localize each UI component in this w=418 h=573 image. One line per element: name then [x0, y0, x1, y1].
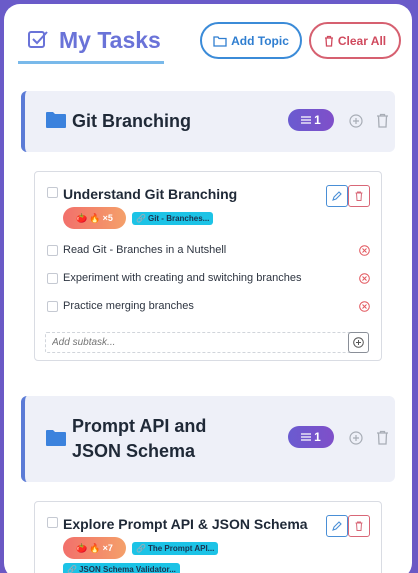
remove-subtask-icon[interactable] — [359, 245, 370, 256]
tomato-icon: 🍅 — [76, 212, 88, 223]
subtask-label: Experiment with creating and switching b… — [63, 272, 302, 284]
page-title-area: My Tasks — [18, 22, 164, 64]
delete-task-button[interactable] — [348, 185, 370, 207]
task-title: Understand Git Branching — [63, 186, 238, 202]
link-icon: 🔗 — [136, 544, 146, 553]
topic-title-line2: JSON Schema — [72, 441, 196, 461]
fire-icon: 🔥 — [89, 542, 101, 553]
pencil-icon — [332, 521, 342, 531]
trash-icon — [355, 521, 363, 531]
link-icon: 🔗 — [67, 565, 77, 573]
task-panel: My Tasks Add Topic Clear All Git Branchi… — [4, 4, 412, 573]
subtask-label: Practice merging branches — [63, 300, 194, 312]
link-icon: 🔗 — [136, 214, 146, 223]
list-icon — [301, 433, 312, 441]
subtask-checkbox[interactable] — [47, 245, 58, 256]
add-subtask-button[interactable] — [348, 332, 369, 353]
clear-all-label: Clear All — [337, 33, 387, 48]
edit-task-button[interactable] — [326, 185, 348, 207]
task-checkbox[interactable] — [47, 187, 58, 198]
fire-icon: 🔥 — [89, 212, 101, 223]
header: My Tasks Add Topic Clear All — [4, 4, 412, 74]
task-count: 1 — [314, 113, 321, 127]
task-title: Explore Prompt API & JSON Schema — [63, 516, 308, 532]
checkbox-icon — [28, 31, 48, 48]
delete-topic-icon[interactable] — [376, 430, 389, 445]
tomato-icon: 🍅 — [76, 542, 88, 553]
streak-count: ×5 — [102, 213, 113, 223]
resource-tag-label: Git - Branches... — [147, 214, 210, 223]
delete-task-button[interactable] — [348, 515, 370, 537]
resource-tag[interactable]: 🔗 Git - Branches... — [132, 212, 214, 225]
topic-title-line1: Prompt API and — [72, 416, 207, 436]
delete-topic-icon[interactable] — [376, 113, 389, 128]
pencil-icon — [332, 191, 342, 201]
topic-header-git-branching: Git Branching 1 — [21, 91, 395, 152]
list-icon — [301, 116, 312, 124]
folder-icon — [46, 112, 66, 128]
trash-icon — [324, 35, 333, 47]
remove-subtask-icon[interactable] — [359, 301, 370, 312]
subtask-checkbox[interactable] — [47, 301, 58, 312]
add-topic-label: Add Topic — [231, 33, 289, 48]
resource-tag-label: The Prompt API... — [147, 544, 215, 553]
add-task-icon[interactable] — [349, 114, 363, 128]
streak-badge: 🍅 🔥 ×7 — [63, 537, 126, 559]
add-topic-button[interactable]: Add Topic — [200, 22, 302, 59]
task-card: Explore Prompt API & JSON Schema 🍅 🔥 ×7 … — [34, 501, 382, 573]
page-title: My Tasks — [59, 27, 161, 53]
task-count-badge: 1 — [288, 109, 334, 131]
task-count: 1 — [314, 430, 321, 444]
folder-icon — [46, 430, 66, 446]
streak-count: ×7 — [102, 543, 113, 553]
remove-subtask-icon[interactable] — [359, 273, 370, 284]
plus-circle-icon — [353, 337, 364, 348]
trash-icon — [355, 191, 363, 201]
streak-badge: 🍅 🔥 ×5 — [63, 207, 126, 229]
resource-tag[interactable]: 🔗 The Prompt API... — [132, 542, 219, 555]
subtask-label: Read Git - Branches in a Nutshell — [63, 244, 227, 256]
add-task-icon[interactable] — [349, 431, 363, 445]
task-card: Understand Git Branching 🍅 🔥 ×5 🔗 Git - … — [34, 171, 382, 361]
resource-tag-label: JSON Schema Validator... — [78, 565, 176, 573]
add-subtask-input[interactable] — [45, 332, 352, 353]
folder-plus-icon — [213, 35, 227, 47]
task-checkbox[interactable] — [47, 517, 58, 528]
topic-header-prompt-api: Prompt API and JSON Schema 1 — [21, 396, 395, 482]
edit-task-button[interactable] — [326, 515, 348, 537]
topic-title: Git Branching — [72, 111, 192, 131]
task-count-badge: 1 — [288, 426, 334, 448]
clear-all-button[interactable]: Clear All — [309, 22, 401, 59]
subtask-checkbox[interactable] — [47, 273, 58, 284]
resource-tag[interactable]: 🔗 JSON Schema Validator... — [63, 563, 180, 573]
